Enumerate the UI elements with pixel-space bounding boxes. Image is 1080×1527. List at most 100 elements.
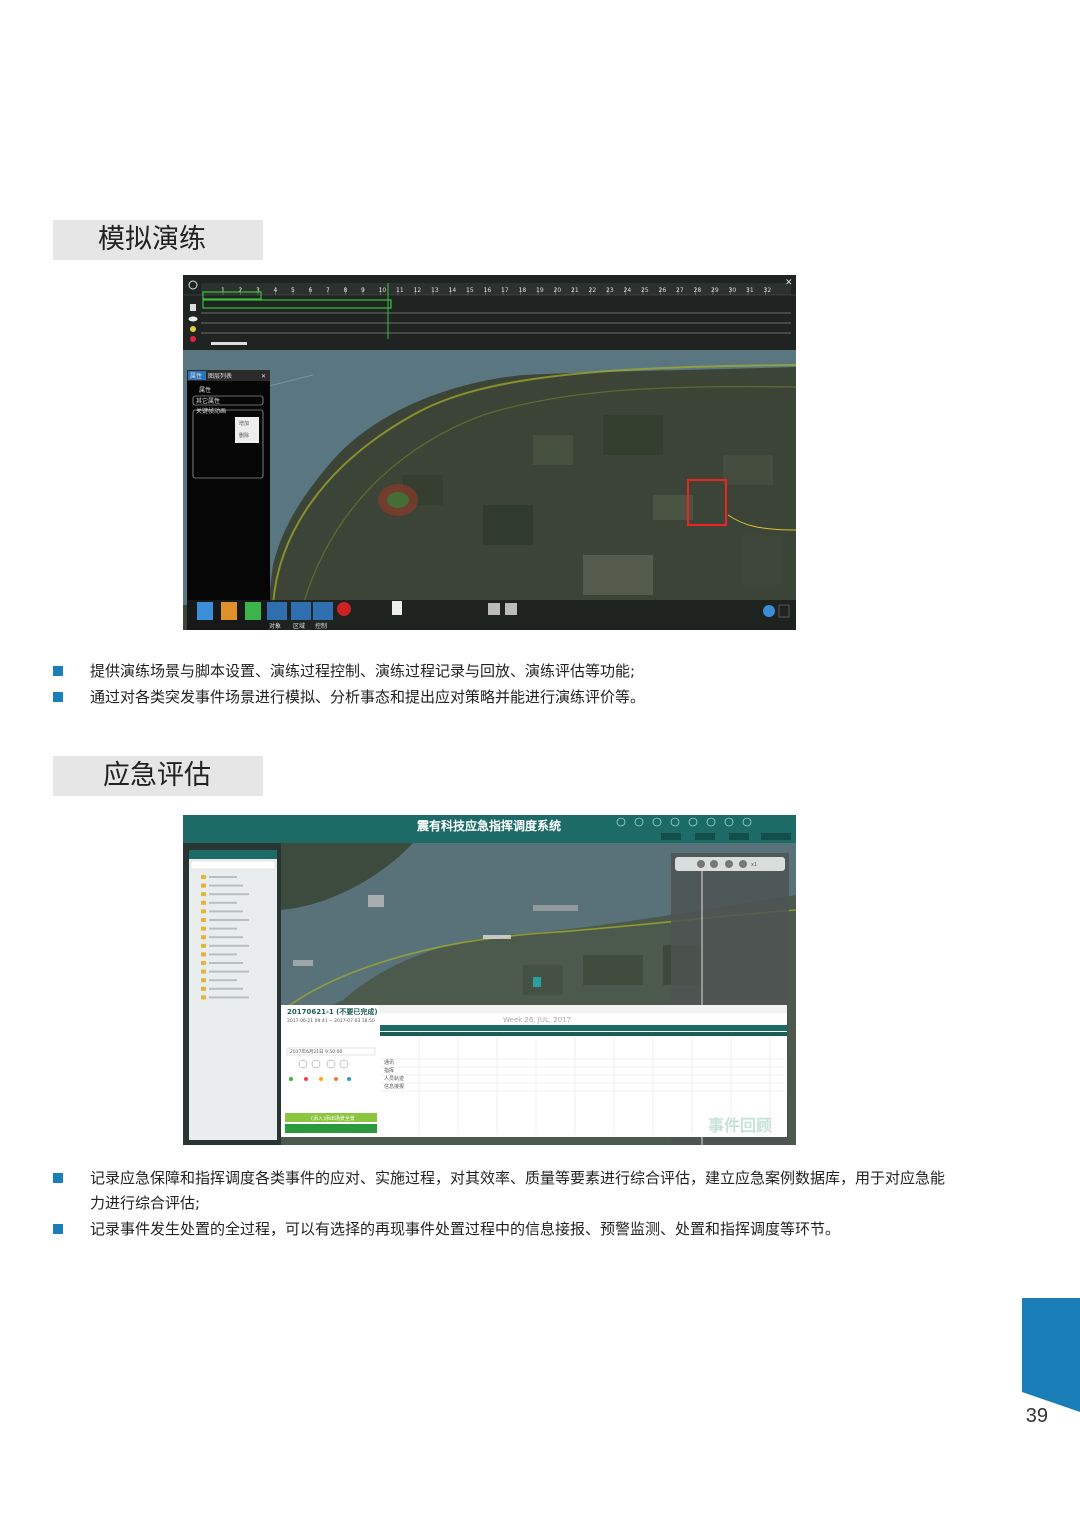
track-row-label: 指挥: [384, 1067, 394, 1074]
timeline-tick-label: 10: [379, 287, 387, 294]
folder-icon: [201, 926, 206, 931]
timeline-tick-label: 7: [326, 287, 330, 294]
folder-icon: [201, 909, 206, 914]
timeline-tick-label: 8: [344, 287, 348, 294]
timeline-tick-label: 17: [501, 287, 509, 294]
folder-icon: [201, 892, 206, 897]
bullet-square-icon: [53, 692, 63, 702]
tree-item-label: [209, 884, 243, 887]
event-date-range: 2017-06-21 09:41 ~ 2017-07-03 18:50: [287, 1018, 375, 1024]
folder-icon: [201, 995, 206, 1000]
menu-add: 增加: [239, 420, 249, 427]
timeline-tick-label: 3: [256, 287, 260, 294]
folder-icon: [201, 961, 206, 965]
tree-item-label: [209, 936, 243, 939]
section1-bullets: 提供演练场景与脚本设置、演练过程控制、演练过程记录与回放、演练评估等功能; 通过…: [53, 659, 953, 711]
toolbar-label-control: 控制: [315, 622, 327, 630]
document-icon: [190, 304, 196, 311]
list-item: 通过对各类突发事件场景进行模拟、分析事态和提出应对策略并能进行演练评价等。: [53, 685, 953, 710]
folder-icon: [201, 969, 206, 974]
folder-icon: [201, 875, 206, 879]
app-title: 震有科技应急指挥调度系统: [417, 818, 561, 833]
timeline-tick-label: 28: [694, 287, 702, 294]
timeline-tick-label: 13: [431, 287, 439, 294]
tree-item-label: [209, 876, 237, 878]
list-item: 记录应急保障和指挥调度各类事件的应对、实施过程，对其效率、质量等要素进行综合评估…: [53, 1166, 953, 1216]
timeline-tick-label: 31: [746, 287, 754, 294]
tree-item-label: [209, 944, 249, 947]
timeline-tick-label: 24: [624, 287, 632, 294]
timeline-tick-label: 15: [466, 287, 474, 294]
timeline-tick-label: 14: [449, 287, 457, 294]
timeline-tick-label: 23: [606, 287, 614, 294]
folder-icon: [201, 935, 206, 940]
toolbar-label-object: 对象: [269, 622, 281, 630]
timeline-tick-label: 19: [536, 287, 544, 294]
svg-text:x1: x1: [751, 862, 757, 868]
page-number: 39: [1025, 1405, 1048, 1427]
eye-icon: [188, 316, 198, 322]
tree-item-label: [209, 953, 237, 956]
bullet-square-icon: [53, 1173, 63, 1183]
tree-item-label: [209, 893, 249, 896]
play-time-field: 2017年6月21日 9:50:00: [290, 1048, 342, 1055]
folder-icon: [201, 900, 206, 905]
track-row-label: 信息接报: [384, 1083, 404, 1090]
timeline-tick-label: 29: [711, 287, 719, 294]
tree-item-label: [209, 962, 243, 964]
folder-icon: [201, 943, 206, 948]
timeline-tick-label: 22: [589, 287, 597, 294]
tree-item-label: [209, 987, 243, 990]
tree-item-label: [209, 901, 237, 904]
assessment-screenshot: 震有科技应急指挥调度系统 x1 20170621-1 (不要已完成) 2017-…: [183, 815, 796, 1145]
watermark: 事件回顾: [708, 1116, 772, 1135]
timeline-tick-label: 12: [414, 287, 422, 294]
timeline-tick-label: 25: [641, 287, 649, 294]
timeline-tick-label: 1: [221, 287, 225, 294]
timeline-tick-label: 26: [659, 287, 667, 294]
panel-item-other: 其它属性: [196, 397, 220, 405]
toolbar-label-area: 区域: [293, 622, 305, 630]
pin-icon: [190, 336, 196, 342]
section2-bullets: 记录应急保障和指挥调度各类事件的应对、实施过程，对其效率、质量等要素进行综合评估…: [53, 1166, 953, 1243]
timeline-tick-label: 5: [291, 287, 295, 294]
svg-text:✕: ✕: [785, 278, 793, 288]
panel-item-properties: 属性: [199, 386, 211, 394]
bullet-square-icon: [53, 666, 63, 676]
timeline-tick-label: 6: [309, 287, 313, 294]
timeline-tick-label: 21: [571, 287, 579, 294]
panel-tab-layers: 图层列表: [208, 372, 232, 380]
timeline-tick-label: 18: [519, 287, 527, 294]
timeline-tick-label: 16: [484, 287, 492, 294]
bullet-square-icon: [53, 1224, 63, 1234]
folder-icon: [201, 978, 206, 983]
tree-item-label: [209, 996, 249, 999]
timeline-tick-label: 32: [764, 287, 772, 294]
status-icon: [190, 326, 196, 332]
timeline-tick-label: 11: [396, 287, 404, 294]
list-item: 记录事件发生处置的全过程，可以有选择的再现事件处置过程中的信息接报、预警监测、处…: [53, 1217, 953, 1242]
tree-item-label: [209, 927, 237, 930]
track-row-label: 通讯: [384, 1059, 394, 1066]
timeline-tick-label: 4: [274, 287, 278, 294]
folder-icon: [201, 883, 206, 888]
scene-button[interactable]: (添入)添出场景全景: [311, 1115, 355, 1122]
tree-item-label: [209, 910, 243, 913]
svg-text:✕: ✕: [261, 373, 266, 380]
timeline-tick-label: 30: [729, 287, 737, 294]
timeline-tick-label: 2: [239, 287, 243, 294]
tree-item-label: [209, 970, 249, 973]
folder-icon: [201, 952, 206, 957]
timeline-tick-label: 27: [676, 287, 684, 294]
tree-item-label: [209, 919, 249, 921]
timeline-tick-label: 9: [361, 287, 365, 294]
simulation-screenshot: 1 2 3 4 5 6 7 8 9 10 11 12 13 14 15 16 17 18 19 20 21 22 23 24 2…: [183, 275, 796, 630]
week-label: Week 26, JUL, 2017: [503, 1016, 571, 1024]
menu-delete: 删除: [239, 432, 249, 439]
event-id: 20170621-1 (不要已完成): [287, 1007, 378, 1016]
section-title-simulation: 模拟演练: [53, 220, 263, 260]
folder-icon: [201, 918, 206, 922]
list-item: 提供演练场景与脚本设置、演练过程控制、演练过程记录与回放、演练评估等功能;: [53, 659, 953, 684]
tree-item-label: [209, 979, 237, 982]
track-row-label: 人员轨迹: [384, 1075, 404, 1082]
